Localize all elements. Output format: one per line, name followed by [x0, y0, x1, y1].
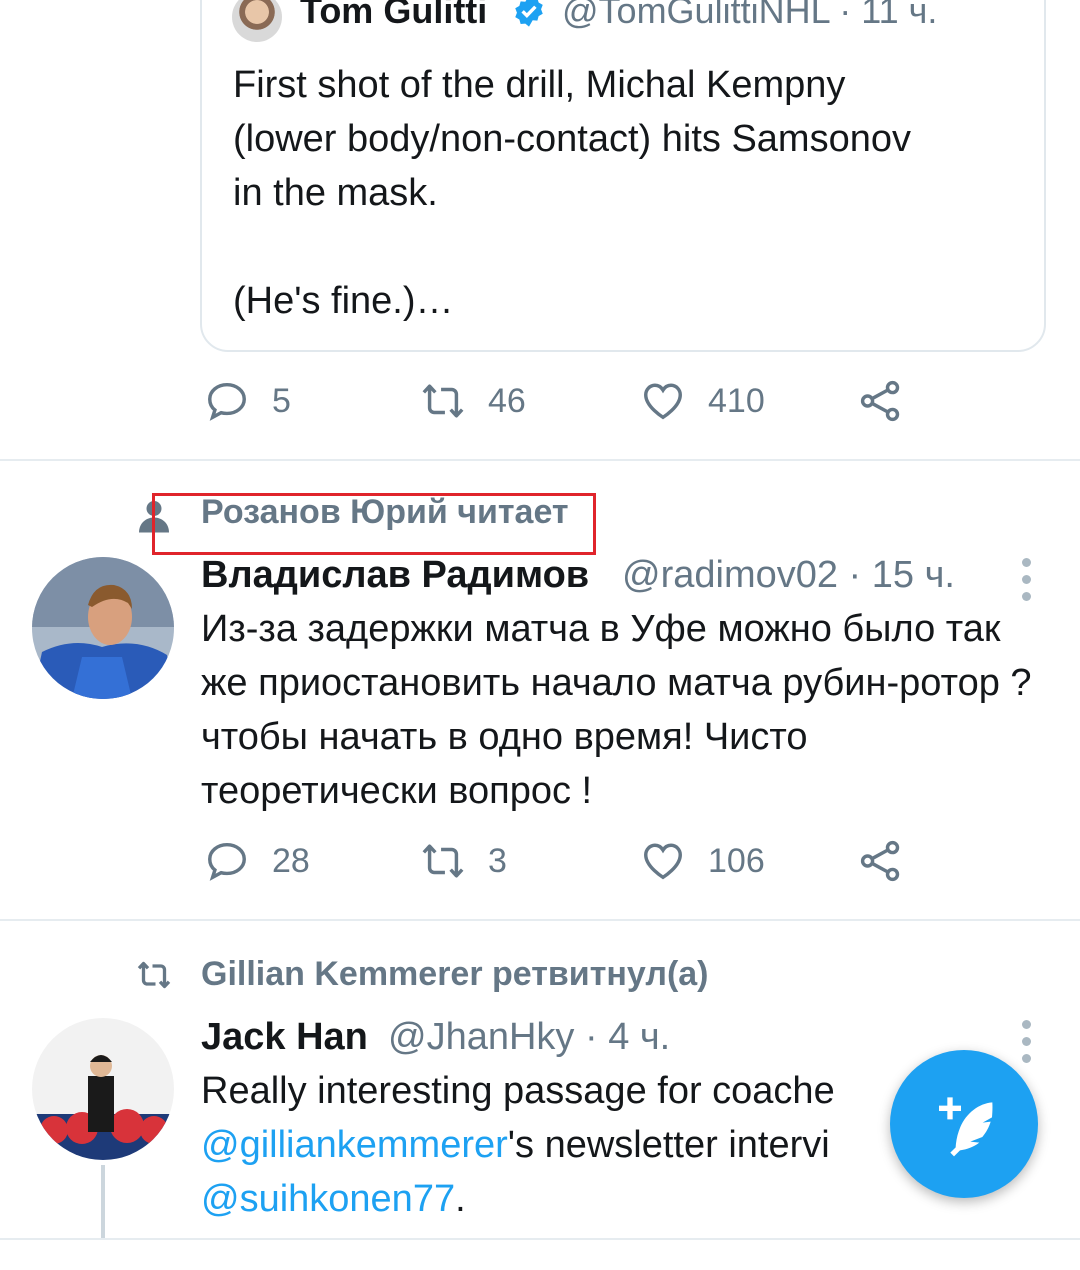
quoted-tweet-text: First shot of the drill, Michal Kempny (… — [233, 64, 911, 322]
author-name[interactable]: Владислав Радимов — [201, 554, 589, 597]
reply-icon — [208, 842, 246, 881]
reply-button[interactable]: 5 — [204, 378, 291, 424]
tweet-text-part: Really interesting passage for coache — [201, 1070, 835, 1112]
quoted-author-name[interactable]: Tom Gulitti — [300, 0, 487, 32]
like-icon — [644, 843, 682, 880]
mention-link[interactable]: @suihkonen77 — [201, 1178, 455, 1220]
tweet-actions-bar: 28 3 106 — [0, 838, 1080, 898]
reply-button[interactable]: 28 — [204, 838, 310, 884]
mention-link[interactable]: @gilliankemmerer — [201, 1124, 508, 1166]
tweet-text-part: 's newsletter intervi — [507, 1124, 830, 1166]
reply-icon — [208, 382, 246, 421]
share-button[interactable] — [858, 838, 904, 884]
divider — [0, 1238, 1080, 1240]
tweet-text-part: . — [455, 1178, 466, 1220]
compose-tweet-button[interactable] — [890, 1050, 1038, 1198]
compose-tweet-icon — [939, 1097, 993, 1157]
reply-count: 28 — [272, 841, 310, 880]
avatar[interactable] — [32, 1018, 174, 1160]
like-icon — [644, 383, 682, 420]
author-name[interactable]: Jack Han — [201, 1016, 368, 1059]
retweet-count: 3 — [488, 841, 507, 880]
verified-badge-icon — [515, 0, 543, 27]
context-retweeted-label[interactable]: Gillian Kemmerer ретвитнул(а) — [201, 955, 709, 994]
reply-count: 5 — [272, 381, 291, 420]
retweet-icon — [422, 384, 464, 418]
retweet-button[interactable]: 46 — [420, 378, 526, 424]
divider — [0, 919, 1080, 921]
author-handle-time: @radimov02 · 15 ч. — [622, 554, 955, 596]
thread-connector-line — [101, 1165, 105, 1240]
retweet-count: 46 — [488, 381, 526, 420]
quoted-handle-time: @TomGulittiNHL · 11 ч. — [562, 0, 938, 31]
retweet-icon — [422, 844, 464, 878]
like-count: 106 — [708, 841, 765, 880]
retweet-button[interactable]: 3 — [420, 838, 507, 884]
share-button[interactable] — [858, 378, 904, 424]
highlight-annotation-box — [152, 493, 596, 555]
retweet-icon — [137, 961, 171, 989]
like-button[interactable]: 410 — [640, 378, 765, 424]
tweet-actions-bar: 5 46 410 — [0, 378, 1080, 438]
share-icon — [860, 380, 900, 422]
like-count: 410 — [708, 381, 765, 420]
share-icon — [860, 840, 900, 882]
author-handle-time: @JhanHky · 4 ч. — [388, 1016, 671, 1058]
like-button[interactable]: 106 — [640, 838, 765, 884]
avatar[interactable] — [32, 557, 174, 699]
tweet-text: Из-за задержки матча в Уфе можно было та… — [201, 608, 1032, 812]
divider — [0, 459, 1080, 461]
